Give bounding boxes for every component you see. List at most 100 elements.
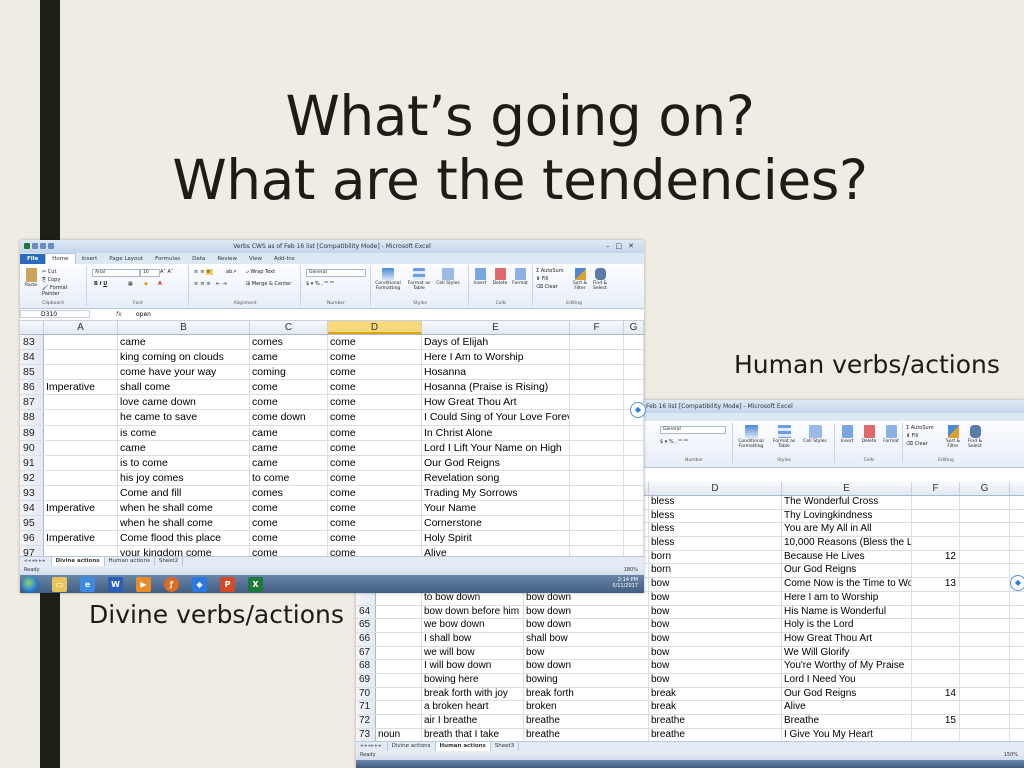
cell[interactable] <box>624 440 644 455</box>
cell[interactable] <box>570 380 624 395</box>
cell[interactable]: bow down before him <box>422 605 524 619</box>
cell[interactable]: came <box>118 440 250 455</box>
cell[interactable]: bow <box>649 646 782 660</box>
cell[interactable]: come have your way <box>118 365 250 380</box>
font-size-select[interactable]: 10 <box>140 269 160 277</box>
cell[interactable] <box>44 335 118 350</box>
cell[interactable] <box>912 537 960 550</box>
cell[interactable]: we will bow <box>422 646 524 660</box>
conditional-formatting-button[interactable]: Conditional Formatting <box>372 268 404 291</box>
autosum-button[interactable]: Σ AutoSum <box>536 268 564 274</box>
cell[interactable] <box>912 646 960 660</box>
cell[interactable]: Come and fill <box>118 485 250 501</box>
delete-cells-button[interactable]: Delete <box>490 268 510 286</box>
cell[interactable] <box>960 564 1010 578</box>
cell[interactable] <box>960 660 1010 673</box>
cell[interactable]: bow <box>649 591 782 605</box>
row-number[interactable]: 66 <box>356 632 376 646</box>
cell[interactable]: come <box>250 380 328 395</box>
wrap-text-button[interactable]: ⤶ Wrap Text <box>246 269 275 275</box>
cell[interactable]: bow <box>649 605 782 619</box>
dropbox-badge-icon-2[interactable]: ◆ <box>1010 575 1024 591</box>
window-controls[interactable]: –□✕ <box>606 240 640 253</box>
row-number[interactable]: 86 <box>20 380 44 395</box>
cell[interactable]: come <box>250 531 328 546</box>
select-all-corner[interactable] <box>20 321 44 334</box>
cell[interactable]: bless <box>649 537 782 550</box>
cell[interactable] <box>570 470 624 485</box>
cell[interactable] <box>960 550 1010 564</box>
row-number[interactable]: 71 <box>356 701 376 714</box>
cell[interactable]: bow down <box>524 591 649 605</box>
cell[interactable]: come <box>250 395 328 410</box>
autosum-button-2[interactable]: Σ AutoSum <box>906 425 934 431</box>
cell[interactable] <box>376 673 422 687</box>
cell[interactable] <box>570 516 624 531</box>
sort-filter-button[interactable]: Sort & Filter <box>570 268 590 291</box>
cell[interactable] <box>570 485 624 501</box>
cell[interactable] <box>960 619 1010 632</box>
cell[interactable] <box>912 564 960 578</box>
powerpoint-icon[interactable]: P <box>220 577 235 592</box>
sheet-tab-human-actions-2[interactable]: Human actions <box>435 742 491 751</box>
cell[interactable]: Hosanna <box>422 365 570 380</box>
cell[interactable]: breath that I take <box>422 728 524 742</box>
cell[interactable] <box>912 632 960 646</box>
cell[interactable]: come <box>328 485 422 501</box>
cell[interactable]: bowing <box>524 673 649 687</box>
cell[interactable]: come <box>328 395 422 410</box>
cell[interactable] <box>570 440 624 455</box>
cell[interactable] <box>44 440 118 455</box>
row-number[interactable]: 90 <box>20 440 44 455</box>
cell[interactable]: came <box>250 425 328 440</box>
cell[interactable]: bow <box>524 646 649 660</box>
cell[interactable]: come <box>328 501 422 516</box>
column-header-c[interactable]: C <box>250 321 328 334</box>
cell[interactable] <box>960 715 1010 728</box>
cell[interactable]: His Name is Wonderful <box>782 605 912 619</box>
cell[interactable]: Our God Reigns <box>782 564 912 578</box>
cell[interactable] <box>912 523 960 537</box>
cell[interactable]: Because He Lives <box>782 550 912 564</box>
row-number[interactable]: 87 <box>20 395 44 410</box>
cell[interactable] <box>376 660 422 673</box>
cell[interactable]: come down <box>250 410 328 425</box>
column-header-f[interactable]: F <box>570 321 624 334</box>
formula-input[interactable]: open <box>136 309 151 320</box>
cell[interactable]: 14 <box>912 687 960 701</box>
row-number[interactable]: 70 <box>356 687 376 701</box>
cell[interactable]: Holy Spirit <box>422 531 570 546</box>
dropbox-badge-icon[interactable]: ◆ <box>630 402 646 418</box>
cell[interactable] <box>376 701 422 714</box>
cell[interactable]: air I breathe <box>422 715 524 728</box>
cell[interactable]: to come <box>250 470 328 485</box>
cell[interactable] <box>912 673 960 687</box>
cell[interactable] <box>960 728 1010 742</box>
cell[interactable] <box>960 537 1010 550</box>
cell[interactable]: came <box>250 440 328 455</box>
explorer-icon[interactable]: ▭ <box>52 577 67 592</box>
sort-filter-button-2[interactable]: Sort & Filter <box>942 425 964 449</box>
cell[interactable]: Your Name <box>422 501 570 516</box>
cell[interactable] <box>44 516 118 531</box>
cell[interactable] <box>624 455 644 470</box>
cell[interactable] <box>44 485 118 501</box>
cell[interactable] <box>624 516 644 531</box>
row-number[interactable]: 64 <box>356 605 376 619</box>
cell[interactable]: Our God Reigns <box>782 687 912 701</box>
cell[interactable] <box>624 350 644 365</box>
cell[interactable] <box>570 455 624 470</box>
cell[interactable]: came <box>250 350 328 365</box>
sheet-tab-sheet2[interactable]: Sheet2 <box>155 557 184 566</box>
cell[interactable]: shall bow <box>524 632 649 646</box>
column-header-d-2[interactable]: D <box>649 482 782 495</box>
column-header-b[interactable]: B <box>118 321 250 334</box>
fill-color-button[interactable]: ◆ <box>144 281 148 287</box>
copy-button[interactable]: ⎘ Copy <box>42 277 60 283</box>
zoom-level-2[interactable]: 150% <box>1004 751 1018 760</box>
sheet-tab-divine-actions[interactable]: Divine actions <box>51 557 105 566</box>
cell[interactable] <box>912 701 960 714</box>
cell[interactable]: bless <box>649 509 782 523</box>
cell[interactable]: he came to save <box>118 410 250 425</box>
cell[interactable]: break forth <box>524 687 649 701</box>
